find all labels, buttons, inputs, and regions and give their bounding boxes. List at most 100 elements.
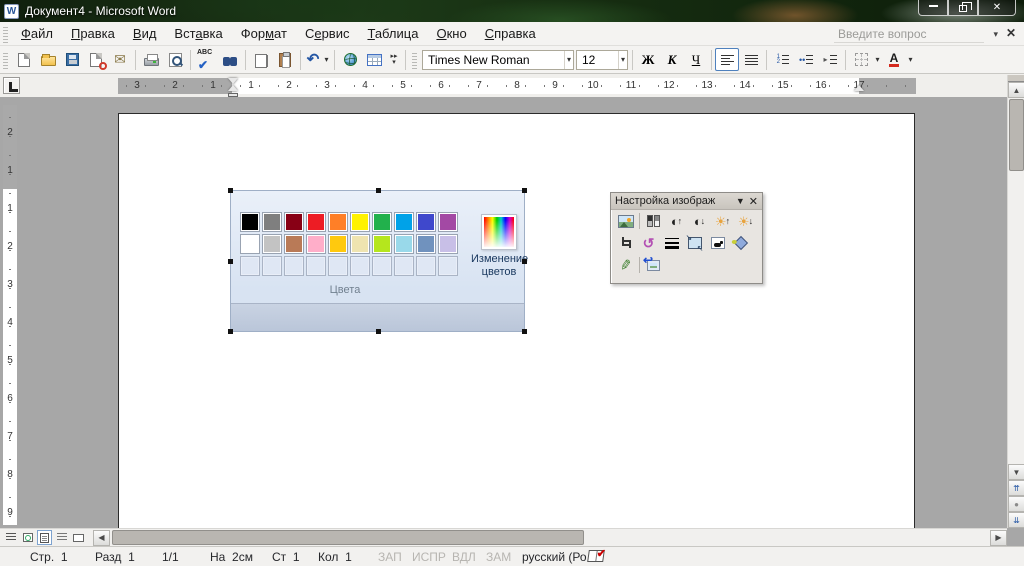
undo-dropdown-icon[interactable]: ▾ [322,55,331,64]
selection-handle[interactable] [228,188,233,193]
new-document-button[interactable] [12,48,36,71]
set-transparent-color-button[interactable]: ✎ [614,255,637,275]
status-mode-record[interactable]: ЗАП [378,550,402,564]
menu-insert[interactable]: Вставка [165,23,231,44]
save-button[interactable] [60,48,84,71]
toolbar-grip[interactable] [3,51,8,69]
font-color-button[interactable]: А [882,48,906,71]
status-mode-revisions[interactable]: ИСПР [412,550,446,564]
numbered-list-button[interactable]: 1 2 [770,48,794,71]
split-handle[interactable] [1008,75,1024,82]
format-picture-button[interactable] [729,233,752,253]
menu-format[interactable]: Формат [232,23,296,44]
spelling-button[interactable]: ABC✔ [194,48,218,71]
next-page-button[interactable]: ⇊ [1008,512,1024,528]
increase-brightness-button[interactable]: ☀↑ [711,211,734,231]
vertical-ruler[interactable]: 21123456789 [3,105,17,525]
web-layout-button[interactable] [20,530,35,545]
insert-table-button[interactable] [362,48,386,71]
toolbar-menu-icon[interactable]: ▼ [736,196,745,206]
menubar-close-icon[interactable]: ✕ [1006,26,1016,40]
decrease-brightness-button[interactable]: ☀↓ [734,211,757,231]
font-size-select[interactable]: 12 ▾ [576,50,628,70]
menu-edit[interactable]: Правка [62,23,124,44]
picture-toolbar-titlebar[interactable]: Настройка изображ ▼ ✕ [611,193,762,210]
selection-handle[interactable] [376,188,381,193]
scroll-right-button[interactable]: ▶ [990,530,1007,546]
menu-help[interactable]: Справка [476,23,545,44]
decrease-contrast-button[interactable]: ◐↓ [688,211,711,231]
horizontal-scrollbar[interactable] [110,530,990,546]
selection-handle[interactable] [522,329,527,334]
normal-view-button[interactable] [3,530,18,545]
font-name-select[interactable]: Times New Roman ▾ [422,50,574,70]
minimize-button[interactable] [918,0,948,16]
crop-button[interactable] [614,233,637,253]
rotate-left-button[interactable]: ↺ [637,233,660,253]
horizontal-ruler[interactable]: 3211234567891011121314151617 [118,78,916,94]
line-style-button[interactable] [660,233,683,253]
bold-button[interactable]: Ж [636,48,660,71]
borders-dropdown-icon[interactable]: ▾ [873,55,882,64]
undo-button[interactable]: ↶ [304,48,322,71]
paste-button[interactable] [273,48,297,71]
vertical-scroll-thumb[interactable] [1009,99,1024,171]
hanging-indent-marker[interactable] [228,85,238,91]
increase-indent-button[interactable]: ▸ [818,48,842,71]
color-menu-button[interactable] [642,211,665,231]
borders-button[interactable] [849,48,873,71]
status-mode-overtype[interactable]: ЗАМ [486,550,511,564]
underline-button[interactable]: Ч [684,48,708,71]
toolbar-grip[interactable] [3,25,8,43]
copy-button[interactable] [249,48,273,71]
italic-button[interactable]: К [660,48,684,71]
selection-handle[interactable] [376,329,381,334]
menu-table[interactable]: Таблица [358,23,427,44]
research-button[interactable] [218,48,242,71]
compress-pictures-button[interactable] [683,233,706,253]
question-dropdown-icon[interactable]: ▾ [993,29,998,40]
status-mode-extend[interactable]: ВДЛ [452,550,476,564]
text-wrapping-button[interactable] [706,233,729,253]
print-layout-button[interactable] [37,530,52,545]
toolbar-close-icon[interactable]: ✕ [749,195,758,208]
scroll-left-button[interactable]: ◀ [93,530,110,546]
open-button[interactable] [36,48,60,71]
first-line-indent-marker[interactable] [228,78,238,84]
right-indent-marker[interactable] [854,85,864,91]
ask-question-input[interactable]: Введите вопрос [834,25,984,43]
selection-handle[interactable] [228,259,233,264]
horizontal-scroll-thumb[interactable] [112,530,584,545]
spelling-status-icon[interactable]: ✔ [588,550,604,562]
print-preview-button[interactable] [163,48,187,71]
print-button[interactable] [139,48,163,71]
increase-contrast-button[interactable]: ◐↑ [665,211,688,231]
menu-view[interactable]: Вид [124,23,166,44]
scroll-up-button[interactable]: ▲ [1008,82,1024,98]
reading-layout-button[interactable] [71,530,86,545]
status-language[interactable]: русский (Ро [522,550,587,564]
menu-window[interactable]: Окно [427,23,475,44]
close-button[interactable]: ✕ [978,0,1016,16]
align-justify-button[interactable] [739,48,763,71]
font-color-dropdown-icon[interactable]: ▾ [906,55,915,64]
outline-view-button[interactable] [54,530,69,545]
bullet-list-button[interactable]: •• [794,48,818,71]
embedded-picture-object[interactable]: Цвета Изменение цветов [230,190,525,332]
previous-page-button[interactable]: ⇈ [1008,480,1024,496]
email-button[interactable]: ✉ [108,48,132,71]
hyperlink-button[interactable] [338,48,362,71]
insert-picture-button[interactable] [614,211,637,231]
menu-file[interactable]: Файл [12,23,62,44]
toolbar-options-button[interactable]: ▸▸▾ [386,48,402,71]
tab-selector-button[interactable] [3,77,20,94]
selection-handle[interactable] [522,259,527,264]
restore-button[interactable] [948,0,978,16]
toolbar-grip[interactable] [412,51,417,69]
reset-picture-button[interactable]: ↩ [642,255,665,275]
permission-button[interactable] [84,48,108,71]
selection-handle[interactable] [228,329,233,334]
selection-handle[interactable] [522,188,527,193]
scroll-down-button[interactable]: ▼ [1008,464,1024,480]
menu-tools[interactable]: Сервис [296,23,359,44]
